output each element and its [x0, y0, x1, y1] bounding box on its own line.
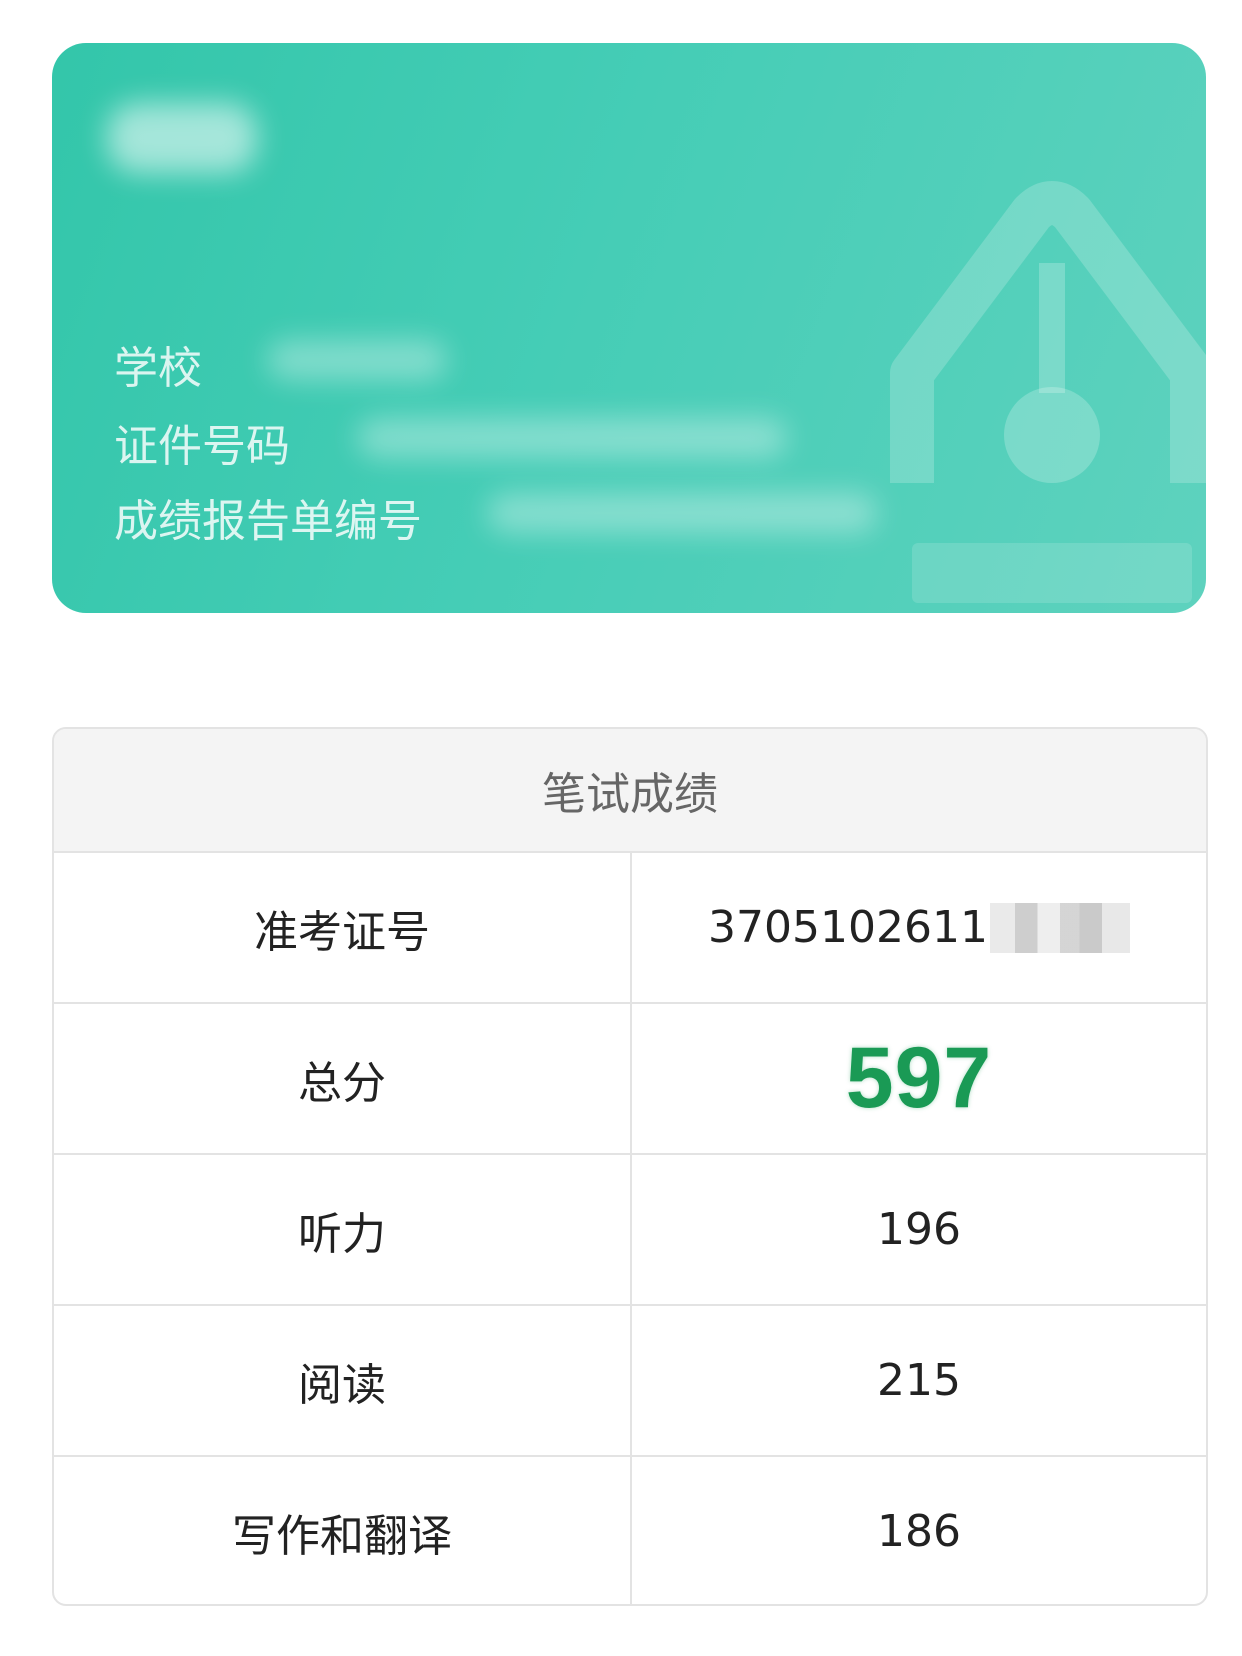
- listening-value: 196: [877, 1204, 961, 1255]
- exam-number-cell: 3705102611: [632, 853, 1206, 1002]
- info-card: 学校 证件号码 成绩报告单编号: [52, 43, 1206, 613]
- redacted-name: [107, 103, 257, 173]
- table-row: 总分 597: [54, 1004, 1206, 1155]
- writing-translation-label: 写作和翻译: [54, 1457, 632, 1604]
- reading-value: 215: [877, 1355, 961, 1406]
- table-row: 准考证号 3705102611: [54, 853, 1206, 1004]
- total-score-value: 597: [845, 1030, 993, 1126]
- redacted-id-number: [357, 418, 787, 458]
- score-table: 笔试成绩 准考证号 3705102611 总分 597 听力 196 阅读 21…: [52, 727, 1208, 1606]
- report-number-label: 成绩报告单编号: [114, 496, 422, 547]
- total-score-cell: 597: [632, 1004, 1206, 1153]
- exam-number-value: 3705102611: [708, 902, 988, 953]
- redacted-exam-digits: [989, 902, 1130, 953]
- school-label: 学校: [114, 343, 202, 394]
- redacted-report-number: [487, 493, 877, 533]
- redacted-school: [267, 340, 447, 380]
- total-score-label: 总分: [54, 1004, 632, 1153]
- id-number-label: 证件号码: [114, 421, 290, 472]
- pen-nib-icon: [890, 181, 1206, 603]
- listening-label: 听力: [54, 1155, 632, 1304]
- reading-label: 阅读: [54, 1306, 632, 1455]
- table-row: 写作和翻译 186: [54, 1457, 1206, 1604]
- writing-translation-value: 186: [877, 1506, 961, 1557]
- table-row: 听力 196: [54, 1155, 1206, 1306]
- exam-number-label: 准考证号: [54, 853, 632, 1002]
- table-row: 阅读 215: [54, 1306, 1206, 1457]
- score-table-title: 笔试成绩: [54, 729, 1206, 853]
